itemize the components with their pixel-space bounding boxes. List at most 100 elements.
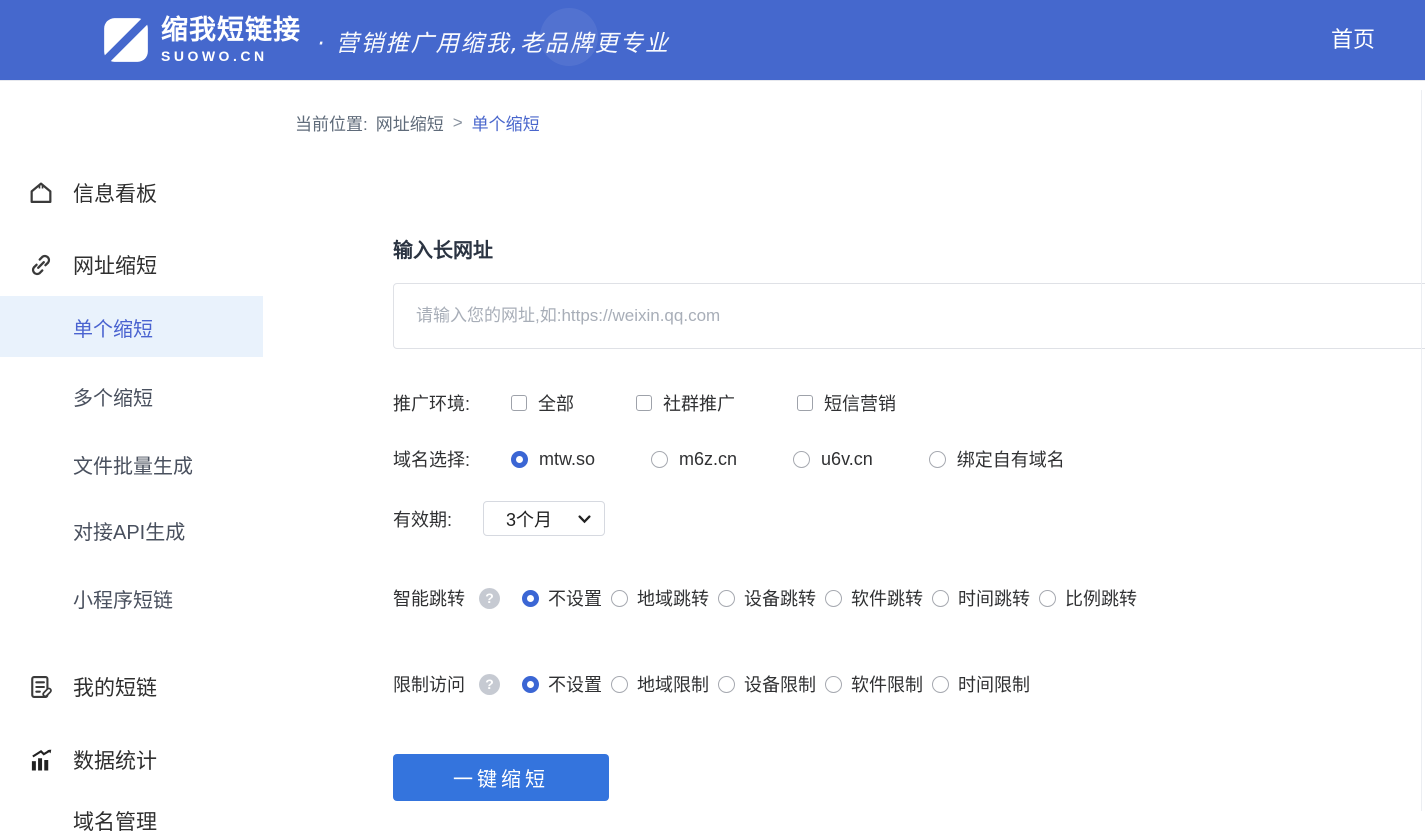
sidebar-item-label: 文件批量生成 bbox=[73, 450, 193, 479]
sidebar-item-label: 我的短链 bbox=[73, 672, 157, 702]
shorten-submit-button[interactable]: 一键缩短 bbox=[393, 754, 609, 801]
sidebar-item-label: 对接API生成 bbox=[73, 516, 185, 545]
radio-selected-icon bbox=[522, 676, 539, 693]
sidebar-item-label: 数据统计 bbox=[73, 745, 157, 775]
brand-domain: SUOWO.CN bbox=[161, 49, 301, 63]
checkbox-option-community[interactable]: 社群推广 bbox=[636, 390, 735, 416]
domain-select-row: 域名选择: mtw.so m6z.cn u6v.cn 绑定自有域名 bbox=[393, 446, 1121, 472]
radio-option-jump-device[interactable]: 设备跳转 bbox=[718, 585, 816, 611]
sidebar-item-dashboard[interactable]: 信息看板 bbox=[0, 178, 280, 208]
option-label: 全部 bbox=[538, 390, 574, 416]
radio-option-mtw-so[interactable]: mtw.so bbox=[511, 449, 595, 470]
sidebar-item-file-batch[interactable]: 文件批量生成 bbox=[0, 449, 280, 479]
radio-icon bbox=[793, 451, 810, 468]
smart-jump-row: 智能跳转 ? 不设置 地域跳转 设备跳转 软件跳转 时间跳转 比例跳转 bbox=[393, 585, 1146, 611]
radio-option-u6v-cn[interactable]: u6v.cn bbox=[793, 449, 873, 470]
radio-icon bbox=[932, 590, 949, 607]
option-label: 比例跳转 bbox=[1065, 585, 1137, 611]
breadcrumb-section[interactable]: 网址缩短 bbox=[376, 110, 444, 135]
checkbox-icon bbox=[511, 395, 527, 411]
validity-select[interactable]: 3个月 bbox=[483, 501, 605, 536]
radio-option-jump-software[interactable]: 软件跳转 bbox=[825, 585, 923, 611]
brand-name: 缩我短链接 bbox=[161, 17, 301, 44]
radio-icon bbox=[929, 451, 946, 468]
checkbox-option-sms[interactable]: 短信营销 bbox=[797, 390, 896, 416]
option-label: 设备跳转 bbox=[744, 585, 816, 611]
sidebar-item-miniprogram-link[interactable]: 小程序短链 bbox=[0, 583, 280, 613]
option-label: 不设置 bbox=[548, 585, 602, 611]
option-label: 地域跳转 bbox=[637, 585, 709, 611]
validity-label: 有效期: bbox=[393, 506, 452, 532]
chevron-down-icon bbox=[578, 515, 591, 524]
radio-option-jump-none[interactable]: 不设置 bbox=[522, 585, 602, 611]
link-icon bbox=[26, 250, 56, 280]
radio-icon bbox=[1039, 590, 1056, 607]
option-label: u6v.cn bbox=[821, 449, 873, 470]
option-label: 软件跳转 bbox=[851, 585, 923, 611]
help-icon[interactable]: ? bbox=[479, 588, 500, 609]
restrict-access-label: 限制访问 bbox=[393, 671, 465, 697]
smart-jump-label: 智能跳转 bbox=[393, 585, 465, 611]
checkbox-icon bbox=[636, 395, 652, 411]
restrict-access-row: 限制访问 ? 不设置 地域限制 设备限制 软件限制 时间限制 bbox=[393, 671, 1039, 697]
promo-env-row: 推广环境: 全部 社群推广 短信营销 bbox=[393, 390, 958, 416]
top-header: 缩我短链接 SUOWO.CN · 营销推广用缩我,老品牌更专业 首页 bbox=[0, 0, 1425, 81]
checkbox-icon bbox=[797, 395, 813, 411]
radio-icon bbox=[825, 590, 842, 607]
sidebar-item-label: 信息看板 bbox=[73, 178, 157, 208]
radio-icon bbox=[825, 676, 842, 693]
breadcrumb-current[interactable]: 单个缩短 bbox=[472, 110, 540, 135]
right-edge-divider bbox=[1421, 90, 1422, 811]
help-icon[interactable]: ? bbox=[479, 674, 500, 695]
option-label: 软件限制 bbox=[851, 671, 923, 697]
domain-select-label: 域名选择: bbox=[393, 446, 511, 472]
sidebar-item-my-links[interactable]: 我的短链 bbox=[0, 672, 280, 702]
breadcrumb-prefix: 当前位置: bbox=[295, 110, 368, 135]
sidebar-item-api-generate[interactable]: 对接API生成 bbox=[0, 515, 280, 545]
page-title: 输入长网址 bbox=[393, 234, 493, 263]
option-label: 短信营销 bbox=[824, 390, 896, 416]
option-label: 时间限制 bbox=[958, 671, 1030, 697]
promo-env-label: 推广环境: bbox=[393, 390, 511, 416]
radio-option-limit-region[interactable]: 地域限制 bbox=[611, 671, 709, 697]
sidebar-item-label: 多个缩短 bbox=[73, 382, 153, 411]
radio-option-limit-device[interactable]: 设备限制 bbox=[718, 671, 816, 697]
nav-home-link[interactable]: 首页 bbox=[1331, 22, 1375, 54]
option-label: 地域限制 bbox=[637, 671, 709, 697]
radio-selected-icon bbox=[522, 590, 539, 607]
option-label: 社群推广 bbox=[663, 390, 735, 416]
option-label: 时间跳转 bbox=[958, 585, 1030, 611]
sidebar-item-label: 小程序短链 bbox=[73, 584, 173, 613]
checkbox-option-all[interactable]: 全部 bbox=[511, 390, 574, 416]
radio-option-limit-software[interactable]: 软件限制 bbox=[825, 671, 923, 697]
radio-option-jump-region[interactable]: 地域跳转 bbox=[611, 585, 709, 611]
option-label: m6z.cn bbox=[679, 449, 737, 470]
sidebar-item-multi-shorten[interactable]: 多个缩短 bbox=[0, 381, 280, 411]
brand-logo[interactable]: 缩我短链接 SUOWO.CN bbox=[103, 17, 301, 63]
breadcrumb-separator: > bbox=[453, 113, 463, 133]
validity-row: 有效期: bbox=[393, 506, 452, 532]
radio-icon bbox=[611, 676, 628, 693]
radio-option-jump-time[interactable]: 时间跳转 bbox=[932, 585, 1030, 611]
document-edit-icon bbox=[26, 672, 56, 702]
radio-icon bbox=[718, 676, 735, 693]
sidebar-item-label: 网址缩短 bbox=[73, 250, 157, 280]
long-url-input[interactable] bbox=[393, 283, 1425, 349]
logo-s-icon bbox=[103, 17, 149, 63]
radio-option-limit-none[interactable]: 不设置 bbox=[522, 671, 602, 697]
radio-selected-icon bbox=[511, 451, 528, 468]
brand-tagline: · 营销推广用缩我,老品牌更专业 bbox=[317, 24, 670, 58]
validity-selected-value: 3个月 bbox=[506, 506, 552, 532]
radio-icon bbox=[651, 451, 668, 468]
home-icon bbox=[26, 178, 56, 208]
radio-option-custom-domain[interactable]: 绑定自有域名 bbox=[929, 446, 1065, 472]
radio-option-m6z-cn[interactable]: m6z.cn bbox=[651, 449, 737, 470]
sidebar-item-single-shorten[interactable]: 单个缩短 bbox=[0, 312, 280, 342]
radio-option-jump-ratio[interactable]: 比例跳转 bbox=[1039, 585, 1137, 611]
sidebar-item-url-shorten[interactable]: 网址缩短 bbox=[0, 250, 280, 280]
sidebar-item-statistics[interactable]: 数据统计 bbox=[0, 745, 280, 775]
radio-option-limit-time[interactable]: 时间限制 bbox=[932, 671, 1030, 697]
breadcrumb: 当前位置: 网址缩短 > 单个缩短 bbox=[295, 110, 540, 135]
radio-icon bbox=[611, 590, 628, 607]
radio-icon bbox=[718, 590, 735, 607]
